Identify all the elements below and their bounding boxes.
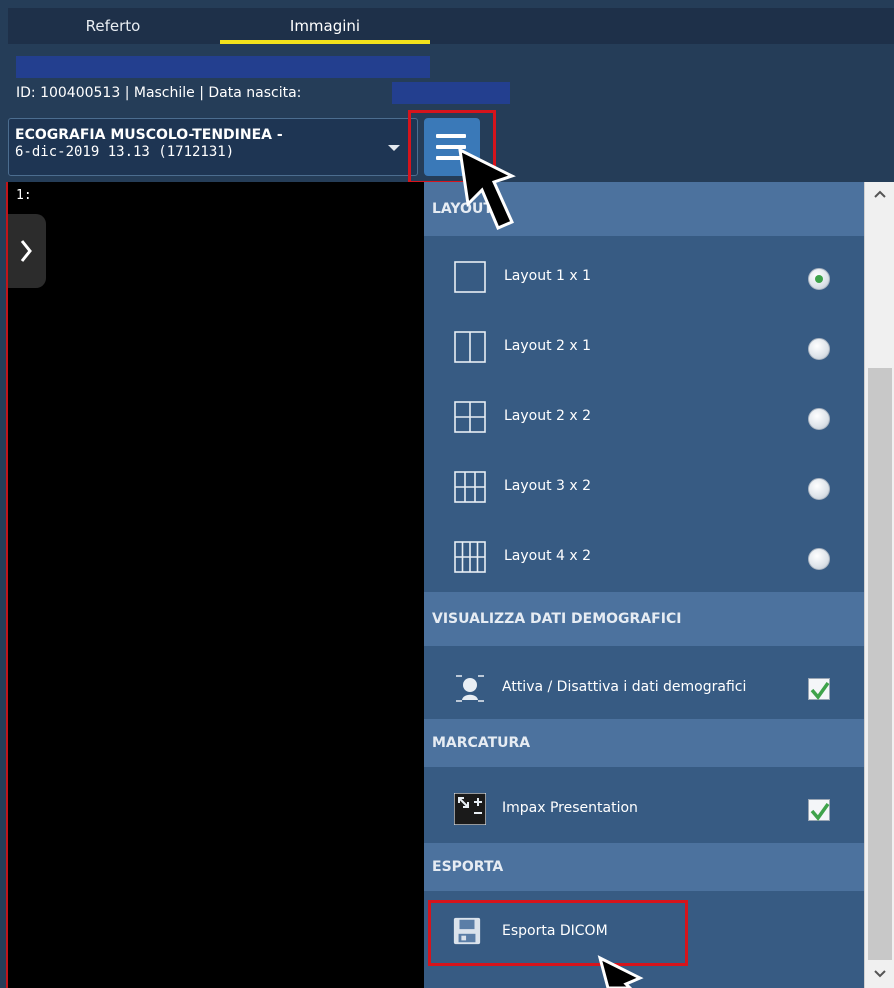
layout-radio[interactable]: [808, 548, 830, 570]
menu-item-label: Attiva / Disattiva i dati demografici: [502, 679, 747, 695]
checkmark-icon: [810, 681, 830, 700]
impax-checkbox[interactable]: [808, 799, 830, 821]
layout-2x1-icon: [454, 331, 486, 363]
mouse-pointer-icon: [458, 147, 516, 230]
scroll-down-arrow-icon[interactable]: [865, 962, 894, 986]
impax-presentation-icon: [454, 793, 486, 825]
menu-item-layout-2x2[interactable]: Layout 2 x 2: [424, 381, 864, 451]
menu-item-demographics-toggle[interactable]: Attiva / Disattiva i dati demografici: [424, 652, 864, 722]
demographics-icon: [456, 675, 484, 702]
chevron-right-icon: [20, 240, 32, 262]
layout-2x2-icon: [454, 401, 486, 433]
menu-item-layout-1x1[interactable]: Layout 1 x 1: [424, 241, 864, 311]
patient-name-redacted: [16, 56, 430, 78]
menu-item-label: Layout 3 x 2: [504, 478, 592, 494]
menu-item-impax-presentation[interactable]: Impax Presentation: [424, 773, 864, 843]
study-select[interactable]: ECOGRAFIA MUSCOLO-TENDINEA - 6-dic-2019 …: [8, 118, 418, 176]
menu-item-label: Layout 2 x 1: [504, 338, 592, 354]
menu-scrollbar[interactable]: [864, 182, 894, 988]
tab-immagini[interactable]: Immagini: [220, 8, 430, 44]
checkmark-icon: [810, 802, 830, 821]
layout-radio[interactable]: [808, 338, 830, 360]
app-window: Referto Immagini ID: 100400513 | Maschil…: [0, 0, 894, 988]
layout-radio[interactable]: [808, 268, 830, 290]
section-header-marking: MARCATURA: [424, 719, 864, 767]
layout-radio[interactable]: [808, 408, 830, 430]
menu-item-label: Layout 4 x 2: [504, 548, 592, 564]
active-tab-indicator: [220, 40, 430, 44]
menu-item-layout-4x2[interactable]: Layout 4 x 2: [424, 521, 864, 591]
patient-info: ID: 100400513 | Maschile | Data nascita:: [16, 85, 302, 101]
section-header-export: ESPORTA: [424, 843, 864, 891]
layout-3x2-icon: [454, 471, 486, 503]
layout-4x2-icon: [454, 541, 486, 573]
demographics-checkbox[interactable]: [808, 678, 830, 700]
menu-item-layout-3x2[interactable]: Layout 3 x 2: [424, 451, 864, 521]
options-menu: LAYOUT Layout 1 x 1 Layout 2 x 1 Layout …: [424, 182, 864, 988]
menu-item-label: Layout 2 x 2: [504, 408, 592, 424]
chevron-down-icon: [388, 145, 400, 151]
menu-item-label: Layout 1 x 1: [504, 268, 592, 284]
layout-1x1-icon: [454, 261, 486, 293]
side-panel-toggle[interactable]: [8, 214, 46, 288]
section-header-demographics: VISUALIZZA DATI DEMOGRAFICI: [424, 592, 864, 646]
tab-bar: Referto Immagini: [8, 8, 894, 44]
viewport-index: 1:: [16, 188, 32, 203]
tab-referto[interactable]: Referto: [8, 8, 218, 44]
image-viewer[interactable]: 1:: [6, 182, 424, 988]
study-title: ECOGRAFIA MUSCOLO-TENDINEA -: [15, 127, 283, 143]
menu-item-label: Impax Presentation: [502, 800, 638, 816]
menu-item-layout-2x1[interactable]: Layout 2 x 1: [424, 311, 864, 381]
layout-radio[interactable]: [808, 478, 830, 500]
birth-date-redacted: [392, 82, 510, 104]
mouse-pointer-icon: [597, 955, 644, 988]
scroll-thumb[interactable]: [868, 368, 892, 960]
study-date: 6-dic-2019 13.13 (1712131): [15, 144, 235, 160]
scroll-up-arrow-icon[interactable]: [865, 182, 894, 206]
